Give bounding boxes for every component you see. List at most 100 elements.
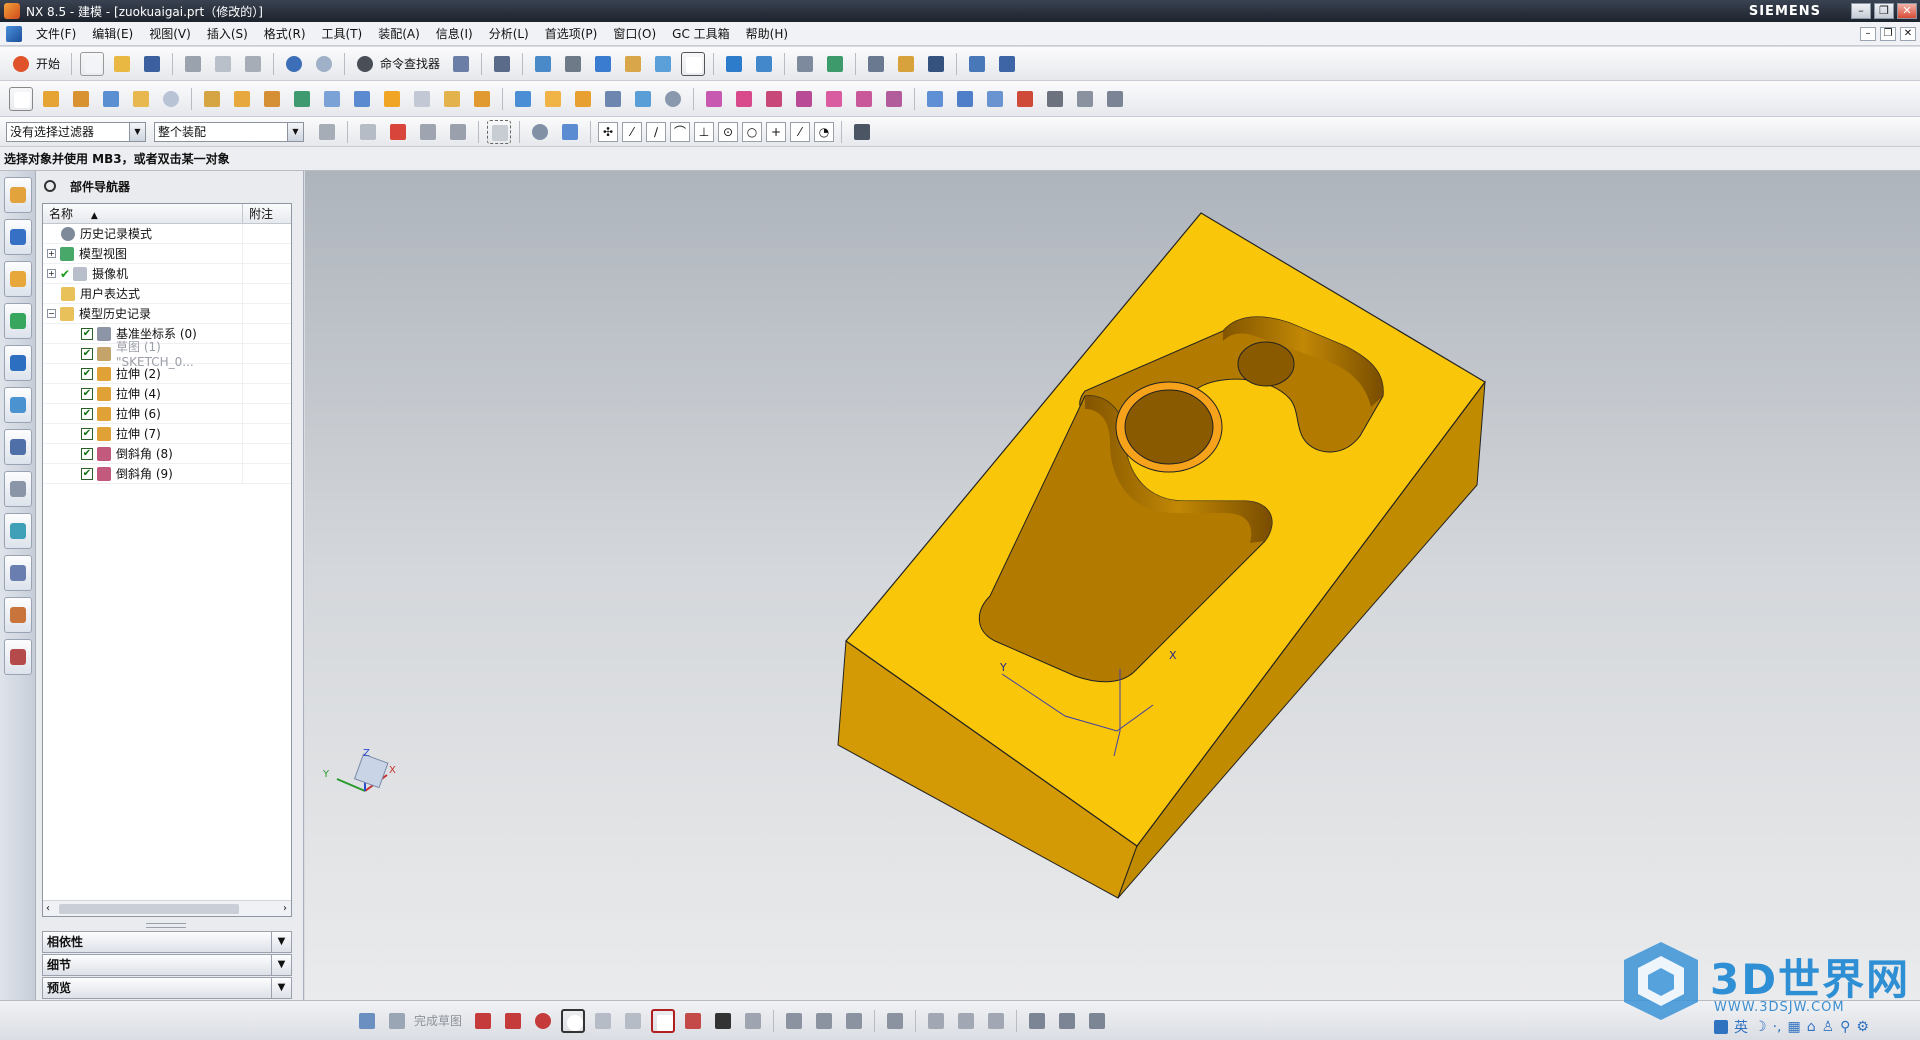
trim-body-icon[interactable] — [541, 87, 565, 111]
open-folder-icon[interactable] — [110, 52, 134, 76]
process-studio-icon[interactable] — [4, 513, 32, 549]
wcs-icon[interactable] — [864, 52, 888, 76]
background-icon[interactable] — [681, 51, 706, 76]
geometric-constraint-icon[interactable] — [924, 1009, 948, 1033]
scrollbar-thumb[interactable] — [59, 904, 239, 914]
revolve-icon[interactable] — [69, 87, 93, 111]
quick-pick-icon[interactable] — [850, 120, 874, 144]
finish-sketch-label[interactable]: 完成草图 — [414, 1012, 462, 1029]
section-view-icon[interactable] — [722, 52, 746, 76]
slot-icon[interactable] — [260, 87, 284, 111]
shaded-cube-icon[interactable] — [591, 52, 615, 76]
tree-row[interactable]: ✔ 倒斜角 (8) — [43, 443, 291, 464]
feature-checkbox[interactable]: ✔ — [81, 427, 93, 440]
intersect-curve-icon[interactable] — [1085, 1009, 1109, 1033]
fillet-icon[interactable] — [591, 1009, 615, 1033]
column-name-header[interactable]: 名称 ▲ — [43, 204, 243, 223]
ime-language[interactable]: 英 — [1734, 1017, 1748, 1037]
column-note-header[interactable]: 附注 — [243, 204, 291, 223]
menu-help[interactable]: 帮助(H) — [738, 22, 796, 46]
snap-point-on-curve-icon[interactable]: ⁄ — [790, 121, 810, 142]
new-file-icon[interactable] — [80, 51, 105, 76]
feature-checkbox[interactable]: ✔ — [81, 467, 93, 480]
groove-icon[interactable] — [230, 87, 254, 111]
tree-row[interactable]: + 模型视图 — [43, 243, 291, 264]
minimize-button[interactable]: – — [1851, 3, 1871, 19]
select-features-icon[interactable] — [446, 120, 470, 144]
feature-checkbox[interactable]: ✔ — [81, 407, 93, 420]
dimension-icon[interactable] — [883, 1009, 907, 1033]
snap-arc-center-icon[interactable]: ⊙ — [718, 121, 738, 142]
counterbore-hole[interactable] — [1124, 389, 1214, 465]
start-icon[interactable] — [9, 52, 33, 76]
tree-row[interactable]: ✔ 拉伸 (7) — [43, 423, 291, 444]
menu-assembly[interactable]: 装配(A) — [370, 22, 428, 46]
datum-plane-icon[interactable] — [661, 87, 685, 111]
menu-format[interactable]: 格式(R) — [256, 22, 314, 46]
chevron-down-icon[interactable]: ▼ — [271, 932, 291, 952]
binoculars-icon[interactable] — [353, 52, 377, 76]
feature-checkbox[interactable]: ✔ — [81, 367, 93, 380]
feature-checkbox[interactable]: ✔ — [81, 327, 93, 340]
feature-checkbox[interactable]: ✔ — [81, 447, 93, 460]
mdi-close-button[interactable]: ✕ — [1900, 26, 1916, 41]
select-all-icon[interactable] — [386, 120, 410, 144]
menu-gc-toolkit[interactable]: GC 工具箱 — [664, 22, 738, 46]
snap-point-on-face-icon[interactable]: ◔ — [814, 121, 834, 142]
layer-settings-icon[interactable] — [793, 52, 817, 76]
command-finder-label[interactable]: 命令查找器 — [380, 55, 440, 72]
split-body-icon[interactable] — [571, 87, 595, 111]
dependencies-panel[interactable]: 相依性 ▼ — [42, 931, 292, 953]
edge-blend-icon[interactable] — [380, 87, 404, 111]
selection-scope-select[interactable]: 整个装配 ▼ — [154, 121, 304, 142]
select-face-icon[interactable] — [558, 120, 582, 144]
pad-icon[interactable] — [159, 87, 183, 111]
selection-tool-icon[interactable] — [449, 52, 473, 76]
copy-icon[interactable] — [211, 52, 235, 76]
tree-row[interactable]: − 模型历史记录 — [43, 303, 291, 324]
feature-rule-icon[interactable] — [356, 120, 380, 144]
make-corner-icon[interactable] — [842, 1009, 866, 1033]
through-hole[interactable] — [1237, 341, 1295, 387]
settings-icon[interactable]: ⚙ — [1856, 1019, 1869, 1035]
menu-insert[interactable]: 插入(S) — [199, 22, 256, 46]
skin-icon[interactable]: ⌂ — [1807, 1019, 1816, 1035]
feature-checkbox[interactable]: ✔ — [81, 387, 93, 400]
assembly-navigator-icon[interactable] — [4, 177, 32, 213]
n-sided-surface-icon[interactable] — [1013, 87, 1037, 111]
menu-tools[interactable]: 工具(T) — [314, 22, 371, 46]
show-constraints-icon[interactable] — [954, 1009, 978, 1033]
rectangle-select-icon[interactable] — [487, 119, 511, 144]
paste-icon[interactable] — [241, 52, 265, 76]
select-body-icon[interactable] — [528, 120, 552, 144]
menu-file[interactable]: 文件(F) — [28, 22, 84, 46]
render-style-icon[interactable] — [561, 52, 585, 76]
shell-icon[interactable] — [440, 87, 464, 111]
unite-icon[interactable] — [290, 87, 314, 111]
quick-extend-icon[interactable] — [812, 1009, 836, 1033]
menu-edit[interactable]: 编辑(E) — [84, 22, 141, 46]
pin-icon[interactable] — [44, 180, 56, 192]
auto-constrain-icon[interactable] — [984, 1009, 1008, 1033]
styled-sweep-icon[interactable] — [1043, 87, 1067, 111]
arc-icon[interactable] — [531, 1009, 555, 1033]
details-panel[interactable]: 细节 ▼ — [42, 954, 292, 976]
maximize-button[interactable]: ❐ — [1874, 3, 1894, 19]
tree-row[interactable]: 历史记录模式 — [43, 223, 291, 244]
offset-face-icon[interactable] — [511, 87, 535, 111]
menu-preferences[interactable]: 首选项(P) — [537, 22, 606, 46]
constraint-navigator-icon[interactable] — [4, 219, 32, 255]
start-button-label[interactable]: 开始 — [36, 55, 60, 72]
sync-delete-face-icon[interactable] — [792, 87, 816, 111]
tree-row[interactable]: ✔ 倒斜角 (9) — [43, 463, 291, 484]
polygon-icon[interactable] — [681, 1009, 705, 1033]
tree-row[interactable]: 用户表达式 — [43, 283, 291, 304]
project-curve-icon[interactable] — [1055, 1009, 1079, 1033]
menu-view[interactable]: 视图(V) — [141, 22, 199, 46]
measure-distance-icon[interactable] — [965, 52, 989, 76]
nx-menu-icon[interactable] — [6, 25, 22, 42]
hole-icon[interactable] — [99, 87, 123, 111]
preview-panel[interactable]: 预览 ▼ — [42, 977, 292, 999]
draft-icon[interactable] — [470, 87, 494, 111]
roles-icon[interactable] — [4, 597, 32, 633]
